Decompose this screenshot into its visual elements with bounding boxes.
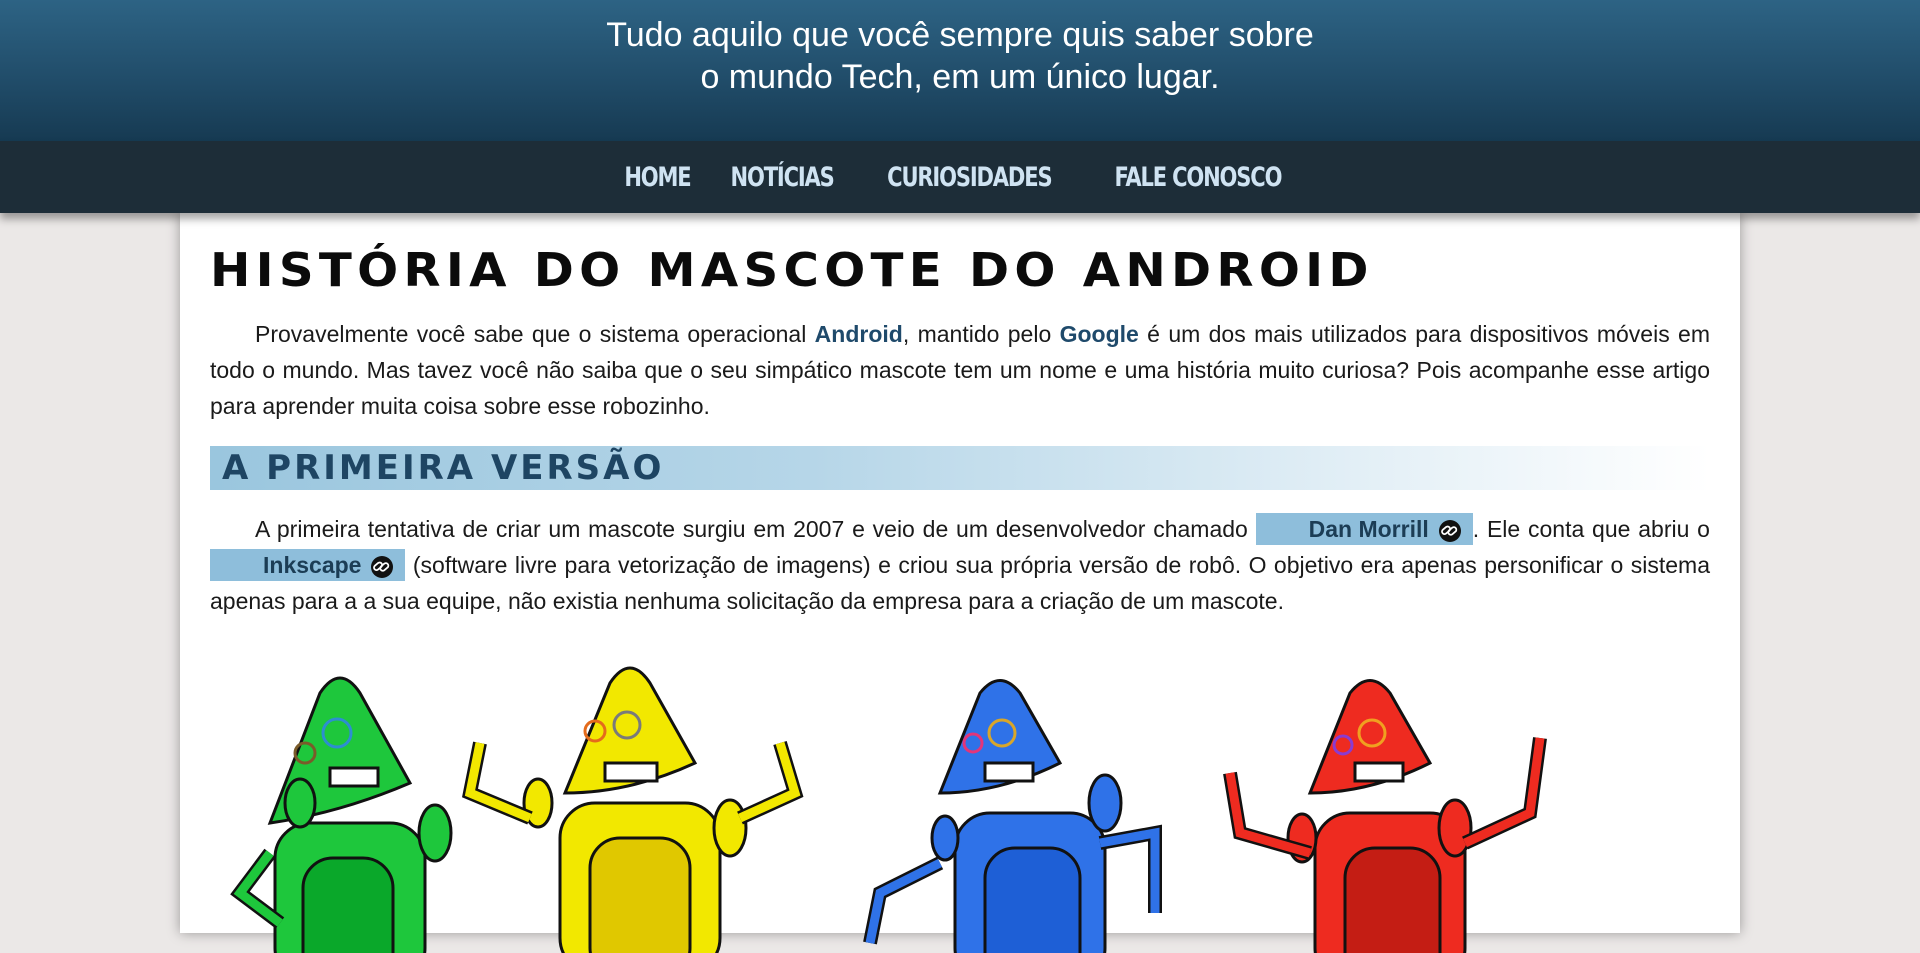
inkscape-label: Inkscape: [263, 552, 361, 578]
section-heading-bar: A primeira versão: [210, 446, 1710, 490]
android-highlight: Android: [815, 321, 903, 347]
section-paragraph: A primeira tentativa de criar um mascote…: [210, 511, 1710, 619]
tagline-line-2: o mundo Tech, em um único lugar.: [0, 56, 1920, 98]
google-highlight: Google: [1060, 321, 1139, 347]
section-text-2: . Ele conta que abriu o: [1473, 516, 1710, 542]
nav-noticias[interactable]: NOTÍCIAS: [720, 162, 845, 193]
site-tagline: Tudo aquilo que você sempre quis saber s…: [0, 14, 1920, 98]
section-text-1: A primeira tentativa de criar um mascote…: [255, 516, 1256, 542]
yellow-robot-image: [470, 668, 795, 953]
nav-curiosidades[interactable]: CURIOSIDADES: [877, 162, 1063, 193]
nav-home[interactable]: HOME: [614, 162, 702, 193]
tagline-line-1: Tudo aquilo que você sempre quis saber s…: [0, 14, 1920, 56]
intro-text-2: , mantido pelo: [903, 321, 1060, 347]
site-header: Tudo aquilo que você sempre quis saber s…: [0, 0, 1920, 141]
intro-text-1: Provavelmente você sabe que o sistema op…: [255, 321, 815, 347]
article-container: História do mascote do Android Provavelm…: [180, 213, 1740, 933]
dan-morrill-link[interactable]: Dan Morrill: [1256, 513, 1473, 545]
chain-link-icon: [367, 555, 397, 579]
green-robot-image: [240, 678, 451, 953]
article-title: História do mascote do Android: [210, 243, 1374, 297]
inkscape-link[interactable]: Inkscape: [210, 549, 405, 581]
chain-link-icon: [1435, 519, 1465, 543]
red-robot-image: [1230, 681, 1540, 953]
section-title: A primeira versão: [222, 448, 664, 488]
main-nav: HOME NOTÍCIAS CURIOSIDADES FALE CONOSCO: [0, 141, 1920, 213]
intro-paragraph: Provavelmente você sabe que o sistema op…: [210, 316, 1710, 424]
dan-morrill-label: Dan Morrill: [1309, 516, 1429, 542]
section-text-3: (software livre para vetorização de imag…: [210, 552, 1710, 614]
robot-illustrations: [180, 653, 1740, 953]
blue-robot-image: [870, 681, 1155, 953]
nav-fale-conosco[interactable]: FALE CONOSCO: [1104, 162, 1293, 193]
